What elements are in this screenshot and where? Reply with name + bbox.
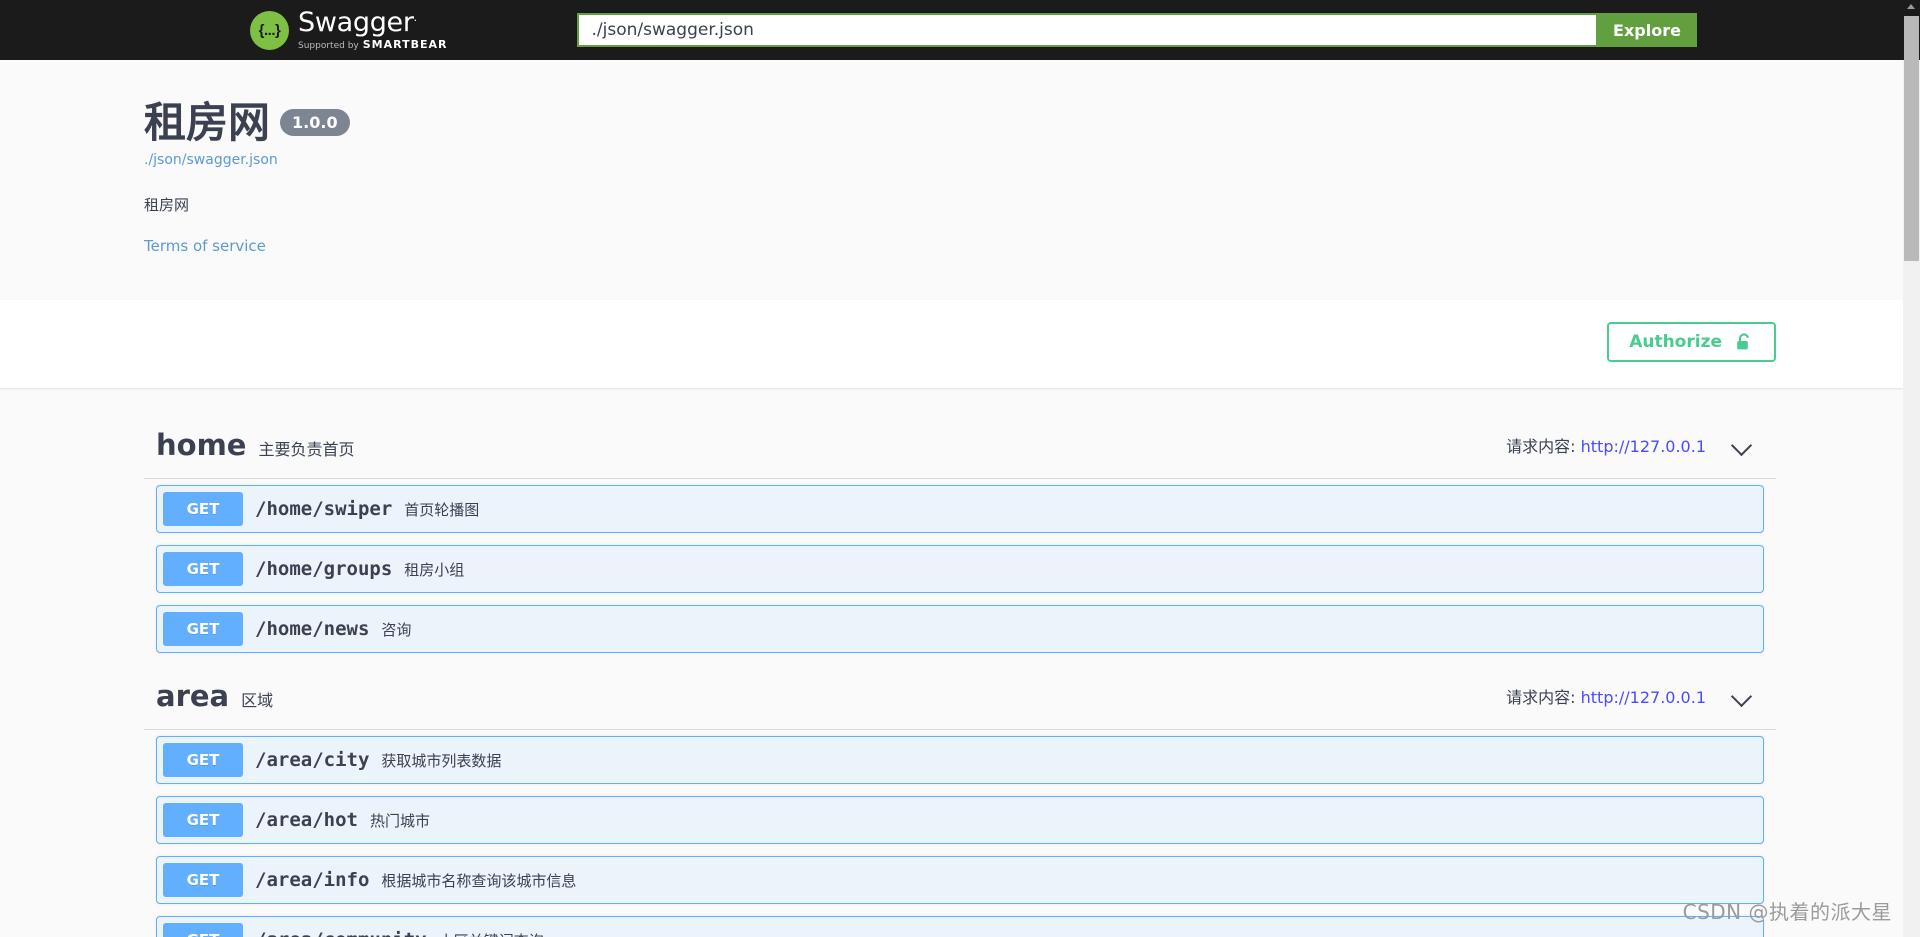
chevron-down-icon[interactable] [1732, 685, 1754, 707]
operation-row[interactable]: GET/area/info 根据城市名称查询该城市信息 [156, 856, 1764, 905]
definition-url-input[interactable] [577, 13, 1597, 47]
tag-sections: home 主要负责首页 请求内容: http://127.0.0.1 GET/home… [120, 414, 1800, 937]
operation-path: /area/community [255, 929, 427, 937]
unlock-icon [1734, 332, 1754, 352]
operation-summary: 根据城市名称查询该城市信息 [381, 871, 577, 890]
operation-path: /home/groups [255, 558, 393, 581]
topbar: {...} Swagger. Supported by SMARTBEAR Ex… [0, 0, 1920, 60]
tag-name: area [156, 679, 230, 714]
tag-section-area: area 区域 请求内容: http://127.0.0.1 GET/area/cit… [144, 665, 1776, 937]
tag-name: home [156, 428, 247, 463]
swagger-ui-page: {...} Swagger. Supported by SMARTBEAR Ex… [0, 0, 1920, 937]
operation-summary: 咨询 [381, 620, 412, 639]
authorize-button[interactable]: Authorize [1607, 322, 1776, 363]
terms-of-service-link[interactable]: Terms of service [144, 237, 266, 255]
operation-path: /area/city [255, 749, 370, 772]
operation-path: /home/swiper [255, 498, 393, 521]
logo-title-text: Swagger [298, 7, 414, 38]
logo-trademark: . [413, 11, 418, 24]
scrollbar-thumb[interactable] [1904, 16, 1919, 261]
logo-subtitle: Supported by SMARTBEAR [298, 39, 447, 51]
operation-path: /area/info [255, 869, 370, 892]
operation-summary: 热门城市 [369, 811, 430, 830]
operation-summary: 小区关键词查询 [439, 930, 544, 937]
logo-title: Swagger. [298, 9, 447, 36]
page-title: 租房网 [144, 98, 271, 147]
operation-summary: 首页轮播图 [404, 500, 480, 519]
operation-method-badge: GET [163, 743, 243, 778]
operation-method-badge: GET [163, 863, 243, 898]
definition-url-link[interactable]: ./json/swagger.json [144, 152, 278, 168]
logo-smartbear: SMARTBEAR [362, 38, 448, 51]
operation-list-area: GET/area/city 获取城市列表数据 GET/area/hot 热门城市 GET… [144, 730, 1776, 937]
swagger-logo[interactable]: {...} Swagger. Supported by SMARTBEAR [250, 9, 447, 51]
operation-row[interactable]: GET/home/news 咨询 [156, 605, 1764, 654]
api-info-block: 租房网 1.0.0 ./json/swagger.json 租房网 Terms … [0, 60, 1920, 301]
operations-wrap: home 主要负责首页 请求内容: http://127.0.0.1 GET/home… [0, 388, 1920, 937]
operation-method-badge: GET [163, 923, 243, 937]
operation-summary: 租房小组 [404, 560, 465, 579]
tag-section-home: home 主要负责首页 请求内容: http://127.0.0.1 GET/home… [144, 414, 1776, 654]
operation-method-badge: GET [163, 492, 243, 527]
tag-header-area[interactable]: area 区域 请求内容: http://127.0.0.1 [144, 665, 1776, 731]
tag-external-docs-label: 请求内容: [1506, 688, 1576, 708]
tag-external-docs-link[interactable]: http://127.0.0.1 [1581, 437, 1706, 456]
operation-path: /home/news [255, 618, 370, 641]
tag-external-docs-link[interactable]: http://127.0.0.1 [1581, 688, 1706, 707]
logo-supported-by: Supported by [298, 41, 359, 51]
operation-row[interactable]: GET/area/city 获取城市列表数据 [156, 736, 1764, 785]
operation-method-badge: GET [163, 803, 243, 838]
tag-external-docs: 请求内容: http://127.0.0.1 [1506, 433, 1706, 457]
api-title-row: 租房网 1.0.0 [144, 98, 1776, 147]
operation-method-badge: GET [163, 552, 243, 587]
operation-row[interactable]: GET/home/swiper 首页轮播图 [156, 485, 1764, 534]
operation-row[interactable]: GET/home/groups 租房小组 [156, 545, 1764, 594]
authorize-band: Authorize [0, 300, 1920, 389]
definition-url-form: Explore [577, 13, 1698, 47]
explore-button[interactable]: Explore [1596, 13, 1698, 47]
tag-external-docs: 请求内容: http://127.0.0.1 [1506, 684, 1706, 708]
api-description: 租房网 [144, 196, 190, 215]
operation-list-home: GET/home/swiper 首页轮播图 GET/home/groups 租房小组 G… [144, 479, 1776, 654]
swagger-braces-glyph: {...} [258, 21, 281, 39]
operation-row[interactable]: GET/area/community 小区关键词查询 [156, 916, 1764, 937]
tag-header-home[interactable]: home 主要负责首页 请求内容: http://127.0.0.1 [144, 414, 1776, 480]
operation-row[interactable]: GET/area/hot 热门城市 [156, 796, 1764, 845]
page-scrollbar[interactable] [1903, 0, 1920, 937]
scroll-up-arrow-icon[interactable] [1907, 4, 1915, 9]
tag-external-docs-label: 请求内容: [1506, 437, 1576, 457]
version-badge: 1.0.0 [280, 109, 350, 136]
swagger-braces-icon: {...} [250, 10, 289, 50]
tag-description: 区域 [241, 691, 274, 711]
chevron-down-icon[interactable] [1732, 434, 1754, 456]
operation-method-badge: GET [163, 612, 243, 647]
tag-description: 主要负责首页 [258, 440, 355, 460]
authorize-button-label: Authorize [1629, 332, 1722, 353]
operation-path: /area/hot [255, 809, 358, 832]
operation-summary: 获取城市列表数据 [381, 751, 502, 770]
